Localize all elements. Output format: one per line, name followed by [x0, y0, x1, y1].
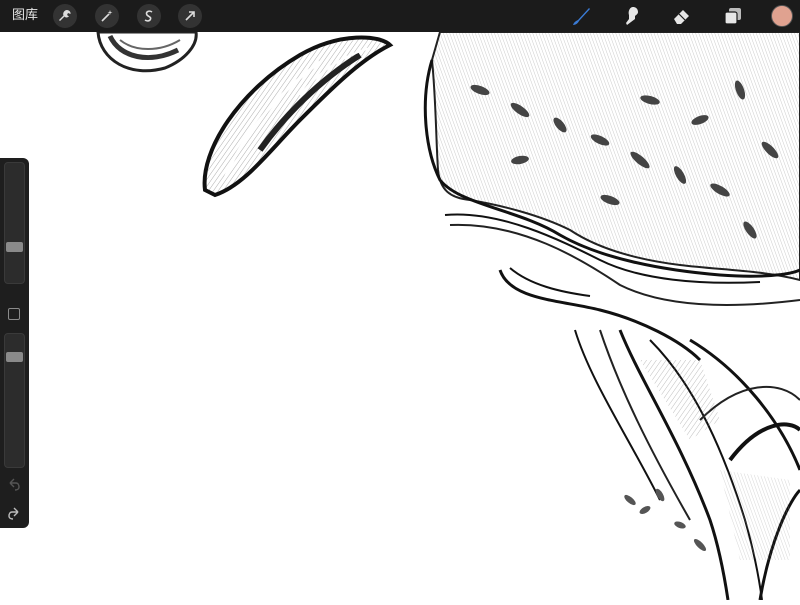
brush-button[interactable] [570, 5, 592, 27]
drawing-canvas[interactable] [0, 0, 800, 601]
modify-button[interactable] [8, 308, 20, 320]
magic-wand-icon [101, 10, 113, 22]
layers-button[interactable] [722, 5, 744, 27]
eraser-icon [674, 10, 689, 24]
selection-icon [144, 10, 153, 22]
smudge-button[interactable] [621, 5, 643, 27]
actions-button[interactable] [53, 4, 77, 28]
top-toolbar: 图库 [0, 0, 800, 32]
eraser-button[interactable] [671, 5, 693, 27]
brush-size-thumb[interactable] [6, 241, 23, 252]
transform-button[interactable] [178, 4, 202, 28]
gallery-button[interactable]: 图库 [12, 7, 38, 25]
redo-icon[interactable] [6, 505, 22, 521]
smudge-icon [626, 7, 638, 25]
opacity-slider[interactable] [4, 333, 25, 468]
selection-button[interactable] [137, 4, 161, 28]
adjustments-button[interactable] [95, 4, 119, 28]
artwork [96, 30, 800, 601]
side-toolbar [0, 158, 29, 528]
opacity-thumb[interactable] [6, 351, 23, 362]
transform-arrow-icon [185, 11, 195, 21]
wrench-icon [59, 10, 71, 21]
undo-icon[interactable] [6, 476, 22, 492]
brush-size-slider[interactable] [4, 162, 25, 284]
color-picker-button[interactable] [771, 5, 793, 27]
layers-icon [724, 8, 741, 25]
brush-icon [573, 8, 590, 25]
